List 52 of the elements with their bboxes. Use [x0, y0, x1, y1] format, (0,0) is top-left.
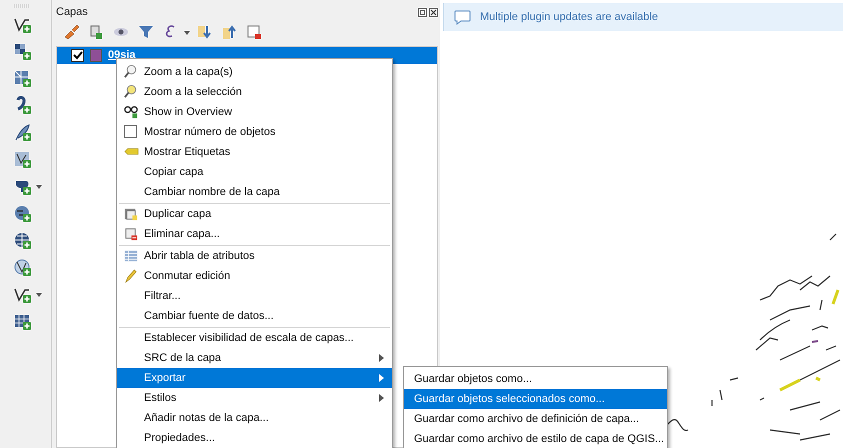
menu-item[interactable]: Duplicar capa	[117, 204, 392, 224]
pencil-icon	[123, 268, 139, 284]
vector-globe-icon[interactable]	[13, 258, 33, 278]
globe-icon[interactable]	[13, 231, 33, 251]
menu-item[interactable]: Zoom a la capa(s)	[117, 62, 392, 82]
zoom-selection-icon	[123, 84, 139, 100]
menu-item[interactable]: Cambiar nombre de la capa	[117, 182, 392, 202]
menu-item[interactable]: Mostrar número de objetos	[117, 122, 392, 142]
menu-item[interactable]: Abrir tabla de atributos	[117, 246, 392, 266]
menu-item[interactable]: Guardar objetos como...	[404, 369, 667, 389]
caret-icon[interactable]	[184, 31, 190, 35]
menu-item[interactable]: Cambiar fuente de datos...	[117, 306, 392, 326]
raster-layer-icon[interactable]	[13, 42, 33, 62]
table-icon[interactable]	[13, 312, 33, 332]
menu-item[interactable]: Eliminar capa...	[117, 224, 392, 244]
close-icon[interactable]	[429, 8, 438, 16]
duplicate-layer-icon	[123, 206, 139, 222]
zoom-layer-icon	[123, 64, 139, 80]
caret-icon[interactable]	[36, 293, 42, 297]
menu-item[interactable]: Estilos	[117, 388, 392, 408]
mesh-layer-icon[interactable]	[13, 69, 33, 89]
menu-item[interactable]: SRC de la capa	[117, 348, 392, 368]
menu-item[interactable]: Filtrar...	[117, 286, 392, 306]
menu-item[interactable]: Añadir notas de la capa...	[117, 408, 392, 428]
menu-item[interactable]: Copiar capa	[117, 162, 392, 182]
menu-item[interactable]: Guardar como archivo de estilo de capa de QGIS...	[404, 429, 667, 448]
drag-handle-icon[interactable]	[13, 4, 31, 8]
submenu-arrow-icon	[379, 394, 384, 402]
menu-item[interactable]: Conmutar edición	[117, 266, 392, 286]
submenu-arrow-icon	[379, 374, 384, 382]
remove-layer-icon	[123, 226, 139, 242]
menu-item[interactable]: Guardar como archivo de definición de capa...	[404, 409, 667, 429]
vector-box-icon[interactable]	[13, 150, 33, 170]
glasses-icon	[123, 104, 139, 120]
menu-item[interactable]: Guardar objetos seleccionados como...	[404, 389, 667, 409]
menu-item[interactable]: Propiedades...	[117, 428, 392, 448]
float-icon[interactable]	[418, 8, 427, 16]
checkbox[interactable]	[124, 125, 137, 138]
caret-icon[interactable]	[36, 185, 42, 189]
menu-item[interactable]: Zoom a la selección	[117, 82, 392, 102]
feather-icon[interactable]	[13, 123, 33, 143]
menu-item[interactable]: Establecer visibilidad de escala de capas...	[117, 328, 392, 348]
submenu-arrow-icon	[379, 354, 384, 362]
menu-item[interactable]: Exportar	[117, 368, 392, 388]
panel-title: Capas	[56, 4, 88, 20]
menu-item[interactable]: Mostrar Etiquetas	[117, 142, 392, 162]
message-text: Multiple plugin updates are available	[480, 10, 658, 25]
menu-item[interactable]: Show in Overview	[117, 102, 392, 122]
table-icon	[123, 248, 139, 264]
speech-bubble-icon	[454, 10, 471, 24]
checkbox[interactable]	[71, 49, 84, 62]
globe-icon[interactable]	[13, 204, 33, 224]
